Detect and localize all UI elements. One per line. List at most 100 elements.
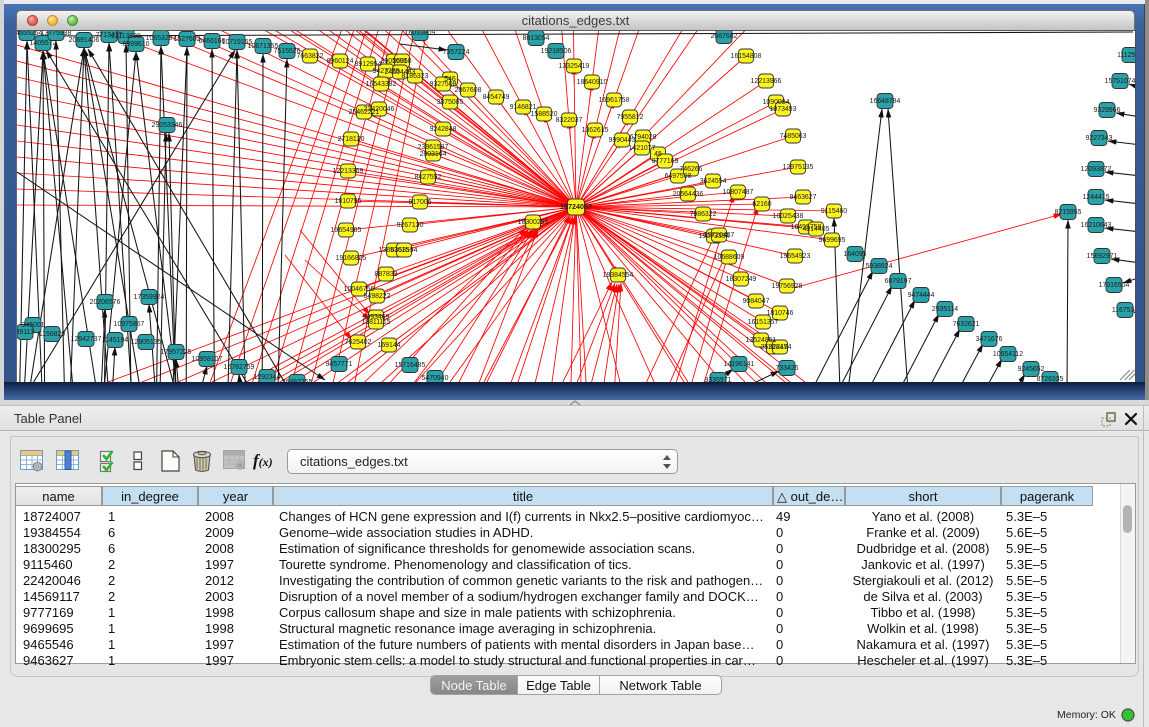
svg-text:1527602: 1527602 xyxy=(174,36,201,43)
svg-text:8322037: 8322037 xyxy=(556,117,583,124)
svg-text:1810755: 1810755 xyxy=(335,198,362,205)
svg-text:7625402: 7625402 xyxy=(345,339,372,346)
svg-text:6794028: 6794028 xyxy=(630,134,657,141)
svg-text:12905135: 12905135 xyxy=(131,339,162,346)
svg-text:8912954: 8912954 xyxy=(355,61,382,68)
svg-text:8813054: 8813054 xyxy=(523,35,550,42)
svg-text:7986322: 7986322 xyxy=(690,211,717,218)
svg-text:9777169: 9777169 xyxy=(652,158,679,165)
svg-text:18300295: 18300295 xyxy=(518,219,549,226)
svg-text:62160: 62160 xyxy=(752,201,771,208)
svg-text:6879197: 6879197 xyxy=(885,278,912,285)
svg-text:12213966: 12213966 xyxy=(751,78,782,85)
svg-text:746266: 746266 xyxy=(680,166,703,173)
svg-text:9084047: 9084047 xyxy=(743,298,770,305)
svg-text:8215955: 8215955 xyxy=(1055,209,1082,216)
svg-text:9463627: 9463627 xyxy=(790,194,817,201)
svg-text:26058: 26058 xyxy=(392,58,411,65)
svg-text:1156829: 1156829 xyxy=(39,331,65,338)
svg-text:18811115: 18811115 xyxy=(361,319,390,326)
svg-text:19166825: 19166825 xyxy=(336,255,367,262)
svg-text:9457771: 9457771 xyxy=(326,361,353,368)
svg-text:16210643: 16210643 xyxy=(1081,222,1112,229)
svg-text:9329966: 9329966 xyxy=(1094,107,1121,114)
svg-text:16543382: 16543382 xyxy=(366,81,397,88)
svg-text:10025438: 10025438 xyxy=(773,213,804,220)
svg-text:14196141: 14196141 xyxy=(724,361,755,368)
svg-text:20564436: 20564436 xyxy=(673,191,704,198)
svg-text:1145194: 1145194 xyxy=(102,337,128,344)
svg-text:16961758: 16961758 xyxy=(599,97,630,104)
svg-text:13325419: 13325419 xyxy=(559,63,590,70)
svg-text:887833: 887833 xyxy=(375,271,398,278)
svg-text:10975867: 10975867 xyxy=(114,321,145,328)
svg-text:16154808: 16154808 xyxy=(731,53,762,60)
svg-text:9242848: 9242848 xyxy=(430,126,457,133)
svg-text:17957225: 17957225 xyxy=(161,349,192,356)
svg-text:13524851: 13524851 xyxy=(746,337,777,344)
svg-text:9115460: 9115460 xyxy=(821,208,847,215)
svg-text:17359924: 17359924 xyxy=(134,294,165,301)
svg-text:922154: 922154 xyxy=(769,344,792,351)
svg-text:16033809: 16033809 xyxy=(405,31,436,37)
svg-text:1090084: 1090084 xyxy=(763,99,790,106)
svg-text:7485063: 7485063 xyxy=(780,133,807,140)
svg-text:9227343: 9227343 xyxy=(1086,135,1113,142)
svg-text:39113: 39113 xyxy=(17,329,34,336)
svg-text:10958107: 10958107 xyxy=(192,356,223,363)
svg-text:10807487: 10807487 xyxy=(723,189,754,196)
svg-text:1973493: 1973493 xyxy=(770,106,797,113)
svg-text:12975135: 12975135 xyxy=(783,164,814,171)
svg-text:5938924: 5938924 xyxy=(866,263,893,270)
svg-text:16151357: 16151357 xyxy=(748,319,779,326)
svg-text:12093872: 12093872 xyxy=(1081,166,1112,173)
svg-text:8960124: 8960124 xyxy=(327,58,354,65)
svg-text:16648784: 16648784 xyxy=(870,98,901,105)
svg-text:45: 45 xyxy=(654,151,662,158)
svg-text:19756928: 19756928 xyxy=(772,283,803,290)
svg-text:164095: 164095 xyxy=(844,251,867,258)
svg-text:19654985: 19654985 xyxy=(331,227,362,234)
svg-text:15720407: 15720407 xyxy=(704,232,735,239)
svg-text:7663822: 7663822 xyxy=(297,53,324,60)
svg-text:16782759: 16782759 xyxy=(224,364,255,371)
svg-text:19654923: 19654923 xyxy=(780,253,811,260)
svg-text:15692971: 15692971 xyxy=(1087,253,1118,260)
svg-text:18307249: 18307249 xyxy=(726,276,757,283)
svg-text:1421077: 1421077 xyxy=(629,145,656,152)
svg-text:15716485: 15716485 xyxy=(395,362,426,369)
svg-text:1112543: 1112543 xyxy=(1117,52,1135,59)
svg-text:15751074: 15751074 xyxy=(1105,78,1135,85)
svg-text:9267130: 9267130 xyxy=(397,222,424,229)
svg-text:19218506: 19218506 xyxy=(541,48,572,55)
svg-text:4014405: 4014405 xyxy=(803,226,830,233)
svg-text:10046756: 10046756 xyxy=(344,286,375,293)
svg-text:8353594: 8353594 xyxy=(391,247,418,254)
svg-text:10653287: 10653287 xyxy=(146,35,177,42)
svg-text:3875085: 3875085 xyxy=(437,99,464,106)
svg-text:12942737: 12942737 xyxy=(71,336,102,343)
svg-text:2867608: 2867608 xyxy=(455,87,482,94)
svg-text:8427552: 8427552 xyxy=(415,174,442,181)
svg-text:1810746: 1810746 xyxy=(767,310,794,317)
svg-text:9474444: 9474444 xyxy=(908,292,935,299)
svg-text:917006: 917006 xyxy=(409,199,432,206)
svg-text:9146821: 9146821 xyxy=(510,104,537,111)
svg-text:5470940: 5470940 xyxy=(422,375,449,382)
svg-text:18640910: 18640910 xyxy=(577,79,608,86)
svg-text:6999610: 6999610 xyxy=(123,41,150,48)
svg-text:9699695: 9699695 xyxy=(819,237,846,244)
svg-text:2935114: 2935114 xyxy=(932,306,958,313)
svg-text:2803144: 2803144 xyxy=(420,151,447,158)
svg-text:345001: 345001 xyxy=(22,322,45,329)
svg-text:2087682: 2087682 xyxy=(711,33,738,40)
svg-text:1588520: 1588520 xyxy=(531,111,558,118)
svg-text:3471676: 3471676 xyxy=(976,336,1003,343)
svg-text:20206576: 20206576 xyxy=(90,299,121,306)
svg-text:8186323: 8186323 xyxy=(402,73,429,80)
svg-text:1167534: 1167534 xyxy=(1112,307,1135,314)
svg-text:13775938: 13775938 xyxy=(41,31,72,37)
svg-text:169144: 169144 xyxy=(378,342,401,349)
svg-text:10688609: 10688609 xyxy=(714,254,745,261)
svg-text:3624554: 3624554 xyxy=(700,178,727,185)
